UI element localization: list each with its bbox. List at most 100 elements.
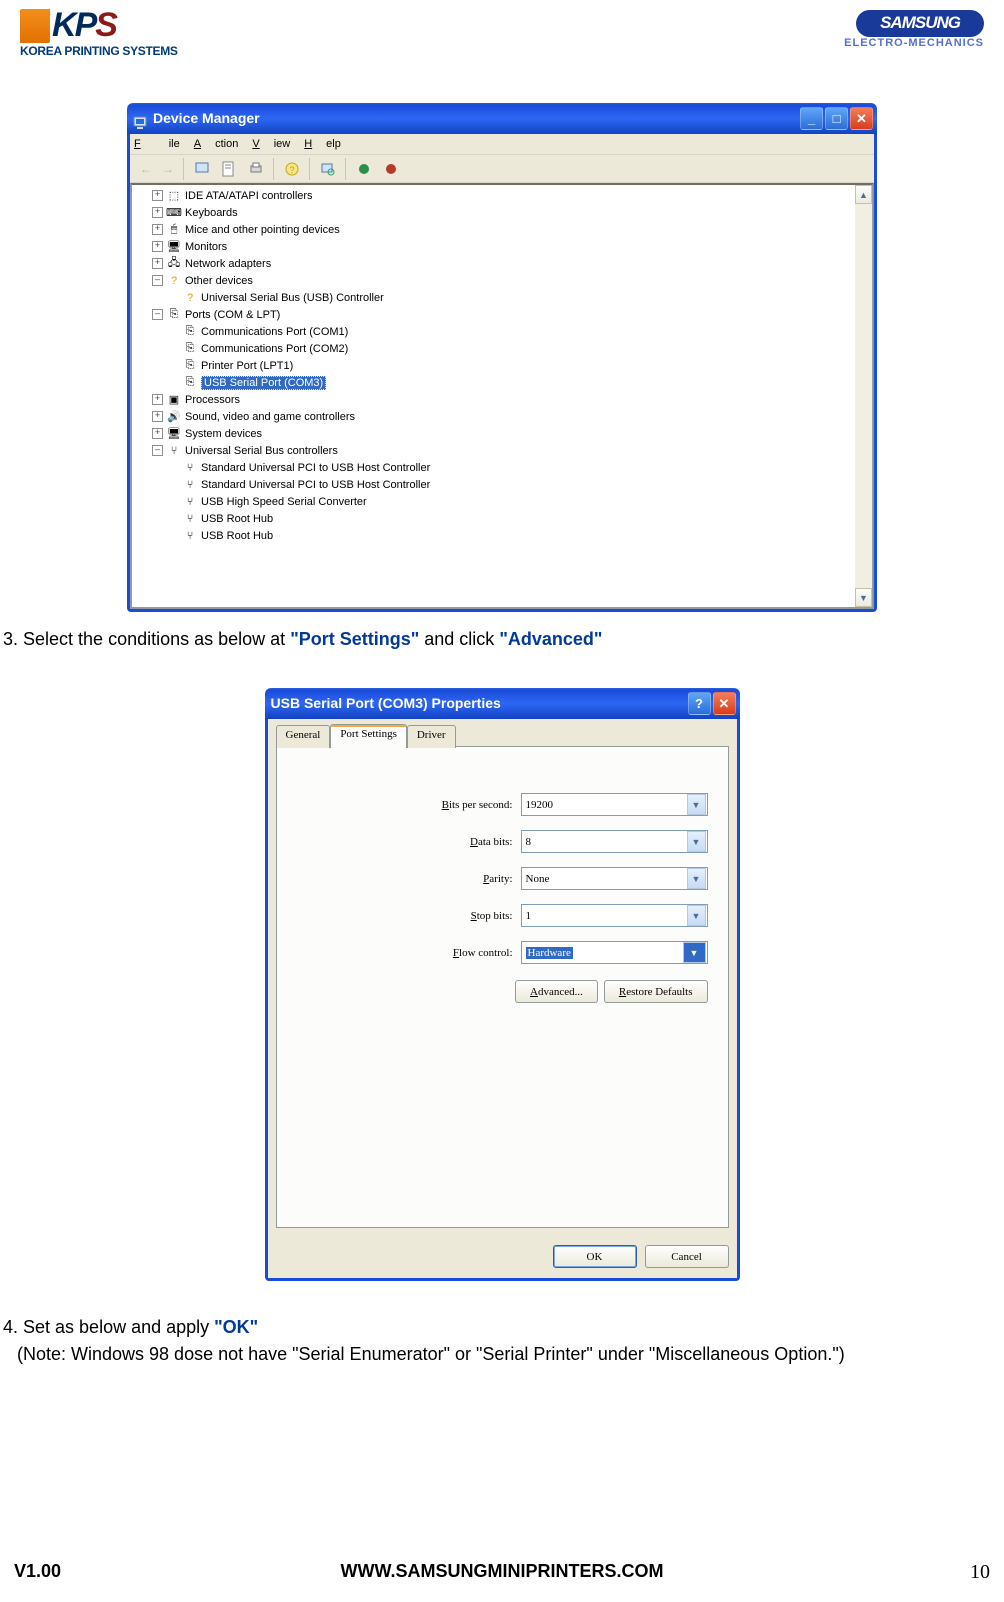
port-icon: ⎘ xyxy=(182,375,198,391)
close-button[interactable]: ✕ xyxy=(713,692,736,715)
tree-node: +🖥System devices xyxy=(134,425,870,442)
window-title: Device Manager xyxy=(153,103,260,134)
sound-icon: 🔊 xyxy=(166,409,182,425)
cpu-icon: ▣ xyxy=(166,392,182,408)
port-icon: ⎘ xyxy=(182,324,198,340)
bps-select[interactable]: 19200▼ xyxy=(521,793,708,816)
expand-icon[interactable]: + xyxy=(152,190,163,201)
close-button[interactable]: ✕ xyxy=(850,107,873,130)
question-icon: ? xyxy=(182,290,198,306)
dropdown-icon[interactable]: ▼ xyxy=(687,831,706,852)
disk-icon: ⬚ xyxy=(166,188,182,204)
data-bits-select[interactable]: 8▼ xyxy=(521,830,708,853)
expand-icon[interactable]: + xyxy=(152,224,163,235)
tree-node: +⬚IDE ATA/ATAPI controllers xyxy=(134,187,870,204)
parity-select[interactable]: None▼ xyxy=(521,867,708,890)
mouse-icon: 🖱 xyxy=(166,222,182,238)
kps-logo: KPS KOREA PRINTING SYSTEMS xyxy=(20,6,178,58)
collapse-icon[interactable]: – xyxy=(152,445,163,456)
label-data-bits: Data bits: xyxy=(470,836,512,848)
scan-icon[interactable] xyxy=(315,157,340,181)
expand-icon[interactable]: + xyxy=(152,207,163,218)
restore-defaults-button[interactable]: Restore Defaults xyxy=(604,980,708,1003)
tree-node: ⎘Printer Port (LPT1) xyxy=(134,357,870,374)
expand-icon[interactable]: + xyxy=(152,241,163,252)
dropdown-icon[interactable]: ▼ xyxy=(683,942,706,963)
port-icon: ⎘ xyxy=(166,307,182,323)
tree-node: +⌨Keyboards xyxy=(134,204,870,221)
ok-button[interactable]: OK xyxy=(553,1245,637,1268)
collapse-icon[interactable]: – xyxy=(152,275,163,286)
expand-icon[interactable]: + xyxy=(152,428,163,439)
label-parity: Parity: xyxy=(483,873,512,885)
toolbar: ← → ? xyxy=(130,155,874,183)
back-button[interactable]: ← xyxy=(136,162,156,176)
usb-icon: ⑂ xyxy=(182,511,198,527)
print-icon[interactable] xyxy=(243,157,268,181)
footer-url: WWW.SAMSUNGMINIPRINTERS.COM xyxy=(0,1561,1004,1582)
usb-icon: ⑂ xyxy=(182,528,198,544)
monitor-icon: 🖥 xyxy=(166,239,182,255)
dialog-titlebar[interactable]: USB Serial Port (COM3) Properties ? ✕ xyxy=(265,688,740,719)
stop-bits-select[interactable]: 1▼ xyxy=(521,904,708,927)
dropdown-icon[interactable]: ▼ xyxy=(687,905,706,926)
instruction-3: 3. Select the conditions as below at "Po… xyxy=(0,612,1004,650)
dialog-title: USB Serial Port (COM3) Properties xyxy=(271,688,501,719)
dropdown-icon[interactable]: ▼ xyxy=(687,794,706,815)
svg-text:?: ? xyxy=(289,165,294,175)
disable-icon[interactable] xyxy=(378,157,403,181)
tab-general[interactable]: General xyxy=(276,725,331,748)
forward-button[interactable]: → xyxy=(158,162,178,176)
help-icon[interactable]: ? xyxy=(279,157,304,181)
properties-icon[interactable] xyxy=(216,157,241,181)
tree-node: ?Universal Serial Bus (USB) Controller xyxy=(134,289,870,306)
flow-control-select[interactable]: Hardware▼ xyxy=(521,941,708,964)
kps-subtitle: KOREA PRINTING SYSTEMS xyxy=(20,44,178,58)
port-icon: ⎘ xyxy=(182,341,198,357)
tab-driver[interactable]: Driver xyxy=(407,725,456,748)
tree-node: +▣Processors xyxy=(134,391,870,408)
instruction-4: 4. Set as below and apply "OK" xyxy=(0,1281,1004,1338)
advanced-button[interactable]: Advanced... xyxy=(515,980,598,1003)
tree-node: ⎘Communications Port (COM1) xyxy=(134,323,870,340)
minimize-button[interactable]: _ xyxy=(800,107,823,130)
menu-action[interactable]: Action xyxy=(194,138,239,150)
scroll-up-icon[interactable]: ▲ xyxy=(855,185,872,204)
tree-node: –?Other devices xyxy=(134,272,870,289)
tree-node: ⑂USB Root Hub xyxy=(134,527,870,544)
menu-view[interactable]: View xyxy=(252,138,290,150)
tab-port-settings[interactable]: Port Settings xyxy=(330,724,407,748)
scrollbar[interactable]: ▲ ▼ xyxy=(855,185,872,607)
label-stop-bits: Stop bits: xyxy=(471,910,513,922)
label-flow-control: Flow control: xyxy=(453,947,513,959)
keyboard-icon: ⌨ xyxy=(166,205,182,221)
collapse-icon[interactable]: – xyxy=(152,309,163,320)
tree-node: ⎘Communications Port (COM2) xyxy=(134,340,870,357)
expand-icon[interactable]: + xyxy=(152,411,163,422)
tree-node: –⑂Universal Serial Bus controllers xyxy=(134,442,870,459)
menubar: File Action View Help xyxy=(130,134,874,155)
device-tree[interactable]: +⬚IDE ATA/ATAPI controllers +⌨Keyboards … xyxy=(130,183,874,609)
menu-help[interactable]: Help xyxy=(304,138,341,150)
expand-icon[interactable]: + xyxy=(152,258,163,269)
scroll-down-icon[interactable]: ▼ xyxy=(855,588,872,607)
cancel-button[interactable]: Cancel xyxy=(645,1245,729,1268)
samsung-subtitle: ELECTRO-MECHANICS xyxy=(844,37,984,49)
enable-icon[interactable] xyxy=(351,157,376,181)
port-icon: ⎘ xyxy=(182,358,198,374)
expand-icon[interactable]: + xyxy=(152,394,163,405)
tree-node: +🖧Network adapters xyxy=(134,255,870,272)
note-text: (Note: Windows 98 dose not have "Serial … xyxy=(0,1338,1004,1365)
menu-file[interactable]: File xyxy=(134,138,180,150)
window-titlebar[interactable]: Device Manager _ □ ✕ xyxy=(127,103,877,134)
device-manager-window: Device Manager _ □ ✕ File Action View He… xyxy=(127,103,877,612)
computer-icon[interactable] xyxy=(189,157,214,181)
dropdown-icon[interactable]: ▼ xyxy=(687,868,706,889)
usb-icon: ⑂ xyxy=(182,460,198,476)
maximize-button[interactable]: □ xyxy=(825,107,848,130)
system-icon: 🖥 xyxy=(166,426,182,442)
tree-node: +🖥Monitors xyxy=(134,238,870,255)
tree-node: ⑂USB High Speed Serial Converter xyxy=(134,493,870,510)
network-icon: 🖧 xyxy=(166,256,182,272)
help-button[interactable]: ? xyxy=(688,692,711,715)
